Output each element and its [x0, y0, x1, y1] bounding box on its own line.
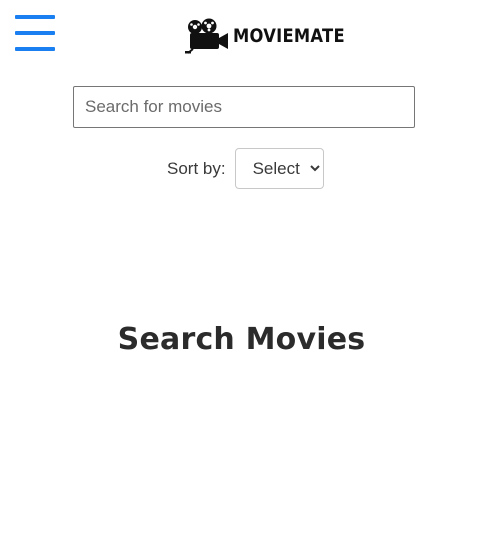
sort-control: Sort by: Select — [167, 148, 324, 189]
hamburger-menu-icon[interactable] — [15, 15, 55, 51]
sort-select[interactable]: Select — [234, 148, 324, 189]
sort-label: Sort by: — [167, 158, 226, 178]
menu-bar-bottom — [15, 47, 55, 51]
brand-logo[interactable]: MOVIEMATE — [185, 18, 363, 54]
header: MOVIEMATE — [0, 0, 483, 80]
menu-bar-middle — [15, 31, 55, 35]
brand-name: MOVIEMATE — [233, 25, 345, 47]
search-input[interactable] — [73, 86, 415, 128]
page-title: Search Movies — [117, 322, 366, 357]
film-camera-icon — [185, 18, 228, 54]
menu-bar-top — [15, 15, 55, 19]
